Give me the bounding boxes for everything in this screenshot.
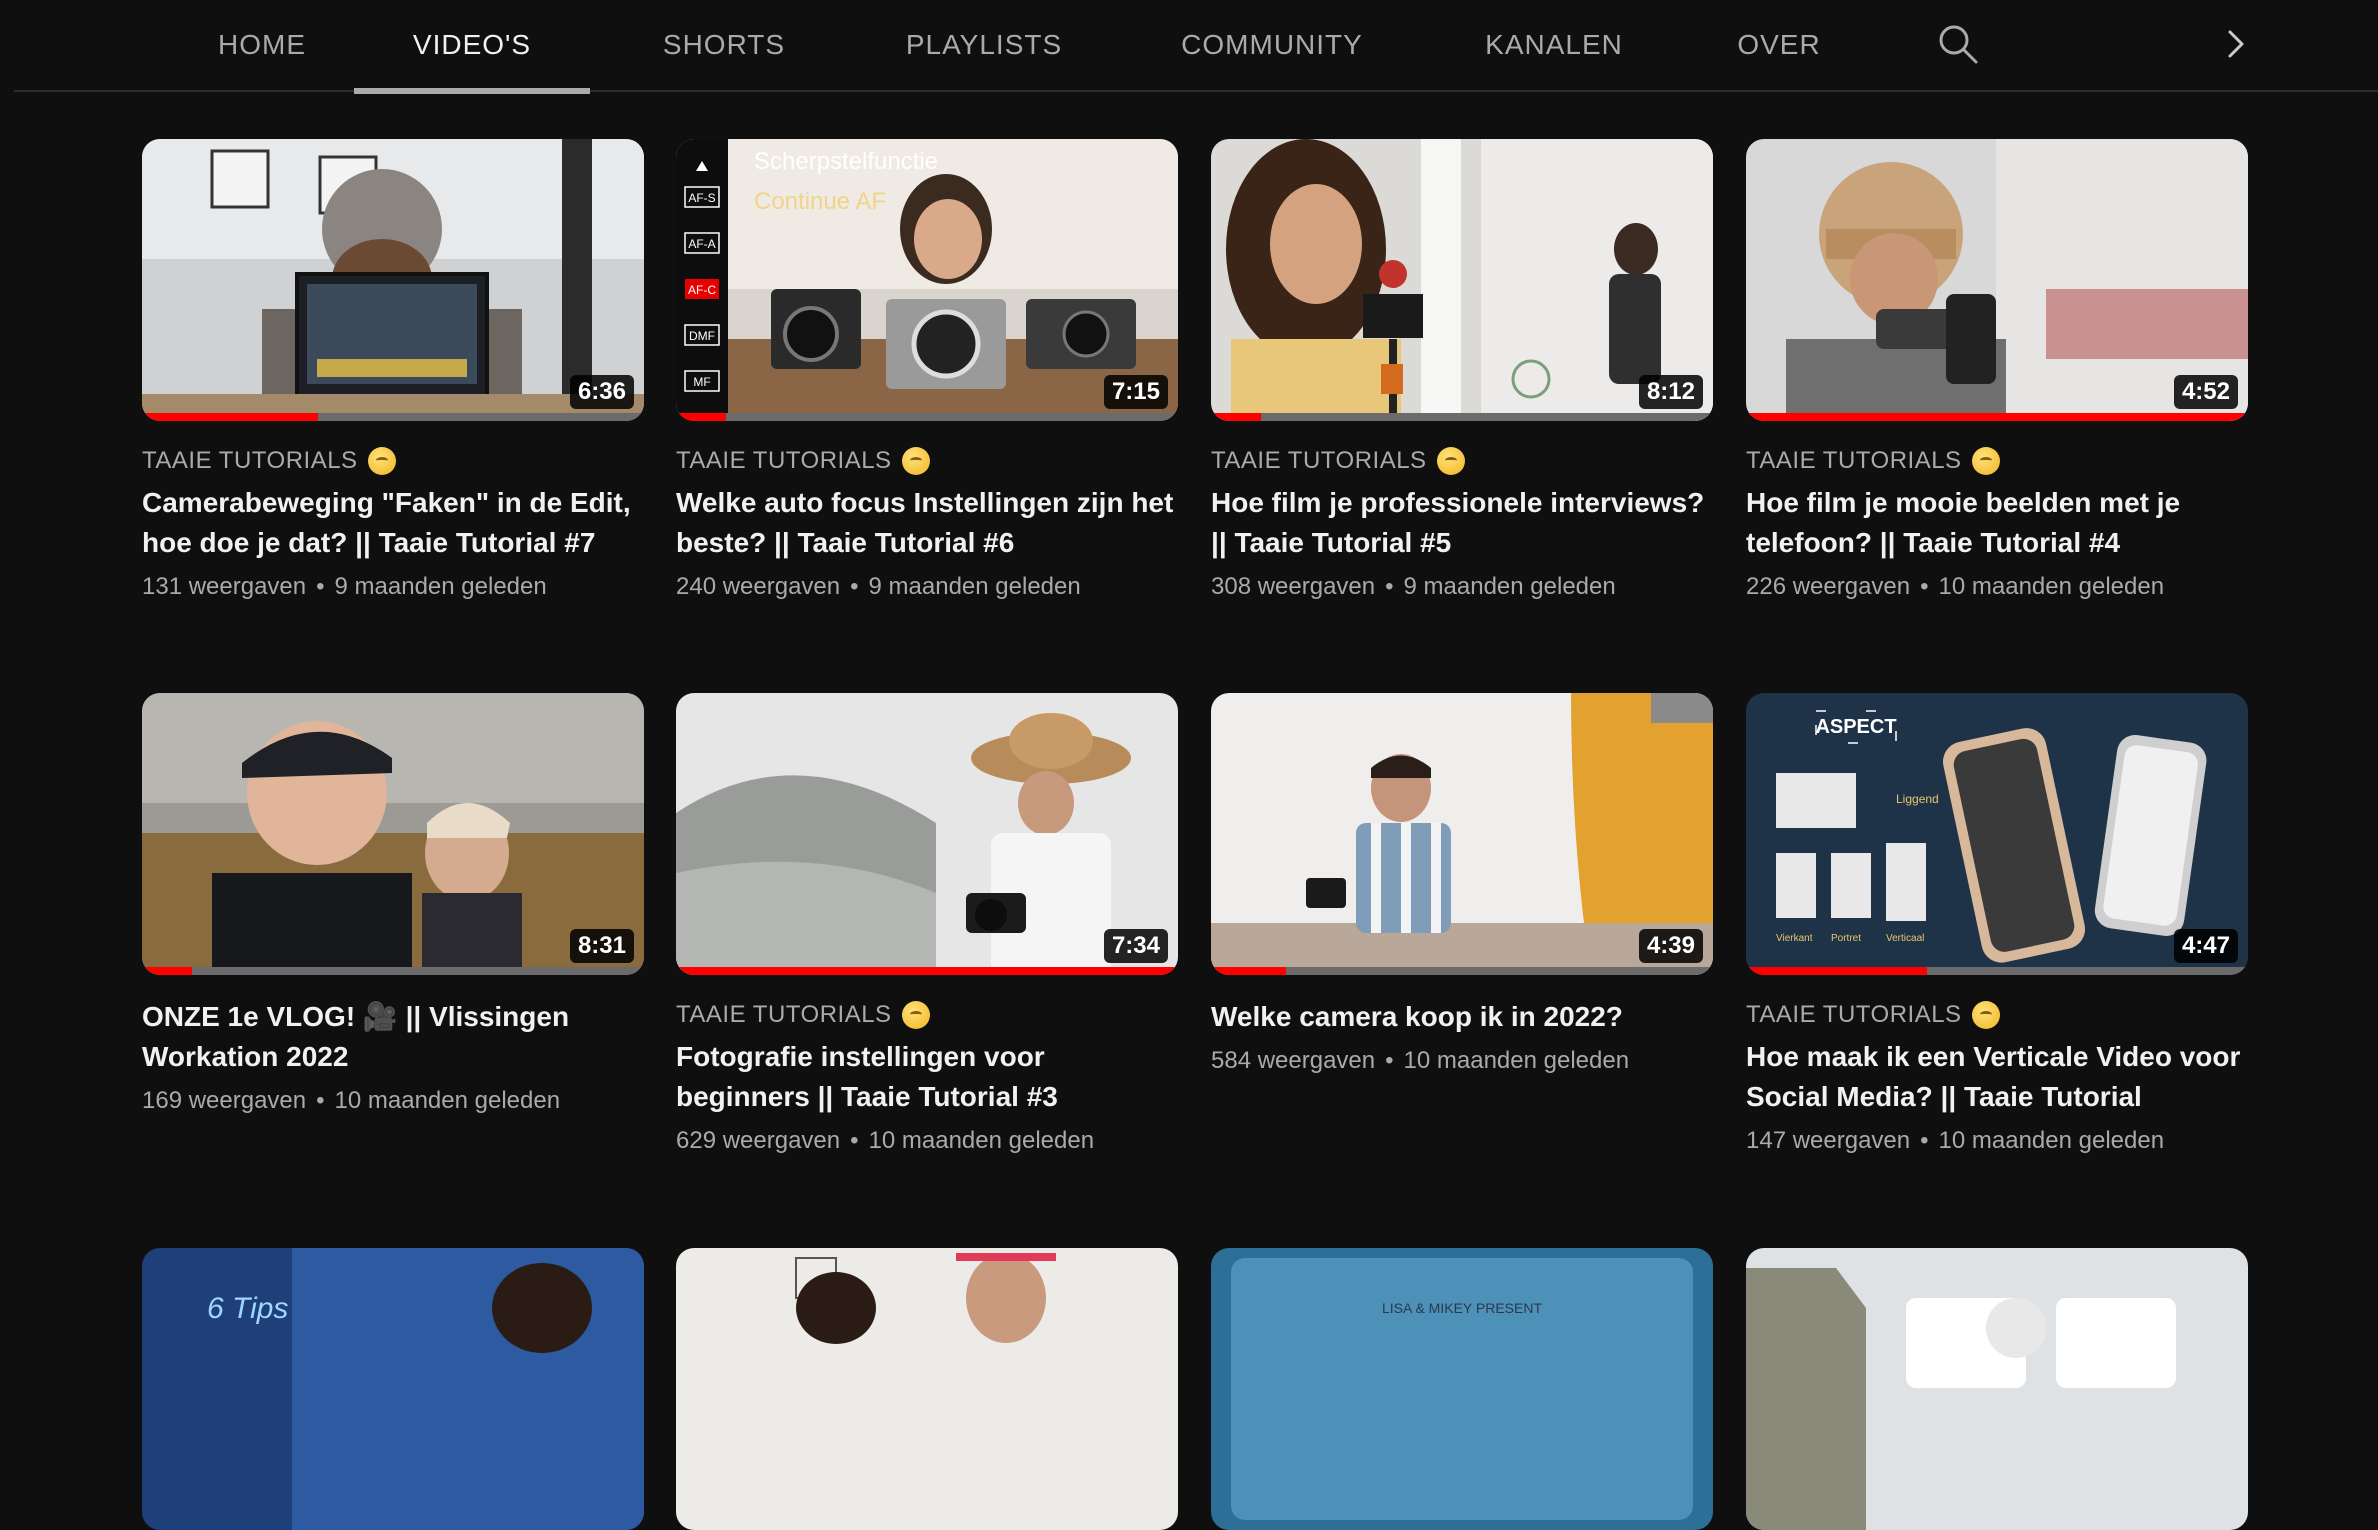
video-thumbnail[interactable]: 4:52 [1746, 139, 2248, 421]
face-emoji-icon [1436, 447, 1465, 475]
tab-over[interactable]: OVER [1714, 0, 1844, 92]
tab-shorts[interactable]: SHORTS [634, 0, 814, 92]
watch-progress-bar [142, 413, 644, 421]
duration-badge: 4:47 [2173, 929, 2238, 963]
watch-progress-bar [1746, 967, 2248, 975]
thumb-label: Liggend [1896, 792, 1939, 806]
video-card[interactable]: LISA & MIKEY PRESENT [1211, 1248, 1713, 1530]
video-title[interactable]: Welke camera koop ik in 2022? [1211, 997, 1713, 1037]
duration-badge: 8:31 [569, 929, 634, 963]
face-emoji-icon [1971, 447, 2000, 475]
video-card[interactable]: 7:34 TAAIE TUTORIALS Fotografie instelli… [676, 693, 1178, 1155]
thumb-heading: LISA & MIKEY PRESENT [1382, 1300, 1542, 1316]
video-title[interactable]: Fotografie instellingen voor beginners |… [676, 1037, 1178, 1117]
video-meta: 131 weergaven • 9 maanden geleden [142, 573, 547, 600]
video-thumbnail[interactable]: 6 Tips [142, 1248, 644, 1530]
video-thumbnail[interactable]: 8:31 [142, 693, 644, 975]
thumb-menu-item: AF-C [688, 283, 716, 297]
video-meta: 584 weergaven • 10 maanden geleden [1211, 1047, 1630, 1074]
thumb-menu-item: AF-S [688, 191, 715, 205]
video-card[interactable]: 8:31 ONZE 1e VLOG! 🎥 || Vlissingen Worka… [142, 693, 644, 1115]
video-card[interactable]: 8:12 TAAIE TUTORIALS Hoe film je profess… [1211, 139, 1713, 601]
thumb-menu-item: MF [693, 375, 710, 389]
video-title[interactable]: ONZE 1e VLOG! 🎥 || Vlissingen Workation … [142, 997, 644, 1077]
video-meta: 240 weergaven • 9 maanden geleden [676, 573, 1081, 600]
duration-badge: 7:34 [1103, 929, 1168, 963]
face-emoji-icon [901, 1001, 930, 1029]
video-thumbnail[interactable]: 7:34 [676, 693, 1178, 975]
watch-progress-bar [1746, 413, 2248, 421]
video-thumbnail[interactable]: 4:39 [1211, 693, 1713, 975]
thumb-heading: 6 Tips [207, 1292, 288, 1325]
watch-progress-bar [676, 413, 1178, 421]
video-card[interactable]: 4:39 Welke camera koop ik in 2022? 584 w… [1211, 693, 1713, 1075]
video-meta: 147 weergaven • 10 maanden geleden [1746, 1127, 2165, 1154]
video-thumbnail[interactable]: 8:12 [1211, 139, 1713, 421]
video-thumbnail[interactable]: AF-S AF-A AF-C DMF MF Scherpstelfunctie … [676, 139, 1178, 421]
thumb-menu-item: AF-A [688, 237, 715, 251]
face-emoji-icon [367, 447, 396, 475]
channel-name[interactable]: TAAIE TUTORIALS [142, 447, 644, 475]
video-card[interactable]: 4:52 TAAIE TUTORIALS Hoe film je mooie b… [1746, 139, 2248, 601]
thumb-label: Vierkant [1776, 933, 1813, 944]
video-thumbnail[interactable] [676, 1248, 1178, 1530]
watch-progress-bar [1211, 413, 1713, 421]
duration-badge: 6:36 [569, 375, 634, 409]
video-thumbnail[interactable]: ASPECT Liggend Vierkant Portret Verticaa… [1746, 693, 2248, 975]
video-thumbnail[interactable]: 6:36 [142, 139, 644, 421]
watch-progress-bar [676, 967, 1178, 975]
video-thumbnail[interactable] [1746, 1248, 2248, 1530]
channel-name[interactable]: TAAIE TUTORIALS [676, 1001, 1178, 1029]
thumb-heading: Scherpstelfunctie [754, 148, 938, 175]
video-title[interactable]: Hoe film je mooie beelden met je telefoo… [1746, 483, 2248, 563]
thumb-label: Verticaal [1886, 933, 1924, 944]
tab-community[interactable]: COMMUNITY [1150, 0, 1394, 92]
tab-kanalen[interactable]: KANALEN [1458, 0, 1650, 92]
channel-name[interactable]: TAAIE TUTORIALS [1746, 447, 2248, 475]
chevron-right-icon[interactable] [2214, 22, 2258, 66]
video-card[interactable] [676, 1248, 1178, 1530]
tab-home[interactable]: HOME [192, 0, 332, 92]
video-title[interactable]: Welke auto focus Instellingen zijn het b… [676, 483, 1178, 563]
tab-videos[interactable]: VIDEO'S [354, 0, 590, 94]
face-emoji-icon [901, 447, 930, 475]
thumb-label: Portret [1831, 933, 1861, 944]
duration-badge: 4:39 [1638, 929, 1703, 963]
watch-progress-bar [142, 967, 644, 975]
video-thumbnail[interactable]: LISA & MIKEY PRESENT [1211, 1248, 1713, 1530]
channel-name[interactable]: TAAIE TUTORIALS [1211, 447, 1713, 475]
duration-badge: 7:15 [1103, 375, 1168, 409]
video-meta: 629 weergaven • 10 maanden geleden [676, 1127, 1095, 1154]
duration-badge: 8:12 [1638, 375, 1703, 409]
search-icon[interactable] [1936, 22, 1980, 66]
video-title[interactable]: Hoe maak ik een Verticale Video voor Soc… [1746, 1037, 2248, 1117]
video-meta: 226 weergaven • 10 maanden geleden [1746, 573, 2165, 600]
video-card[interactable]: AF-S AF-A AF-C DMF MF Scherpstelfunctie … [676, 139, 1178, 601]
video-title[interactable]: Camerabeweging "Faken" in de Edit, hoe d… [142, 483, 644, 563]
video-meta: 169 weergaven • 10 maanden geleden [142, 1087, 561, 1114]
thumb-heading: ASPECT [1815, 716, 1896, 738]
video-card[interactable] [1746, 1248, 2248, 1530]
channel-tab-bar: HOME VIDEO'S SHORTS PLAYLISTS COMMUNITY … [14, 0, 2378, 94]
video-card[interactable]: ASPECT Liggend Vierkant Portret Verticaa… [1746, 693, 2248, 1155]
face-emoji-icon [1971, 1001, 2000, 1029]
thumb-subheading: Continue AF [754, 188, 886, 215]
video-title[interactable]: Hoe film je professionele interviews? ||… [1211, 483, 1713, 563]
watch-progress-bar [1211, 967, 1713, 975]
duration-badge: 4:52 [2173, 375, 2238, 409]
thumb-menu-item: DMF [689, 329, 715, 343]
video-card[interactable]: 6:36 TAAIE TUTORIALS Camerabeweging "Fak… [142, 139, 644, 601]
video-card[interactable]: 6 Tips [142, 1248, 644, 1530]
channel-name[interactable]: TAAIE TUTORIALS [676, 447, 1178, 475]
tab-playlists[interactable]: PLAYLISTS [874, 0, 1094, 92]
channel-name[interactable]: TAAIE TUTORIALS [1746, 1001, 2248, 1029]
video-meta: 308 weergaven • 9 maanden geleden [1211, 573, 1616, 600]
